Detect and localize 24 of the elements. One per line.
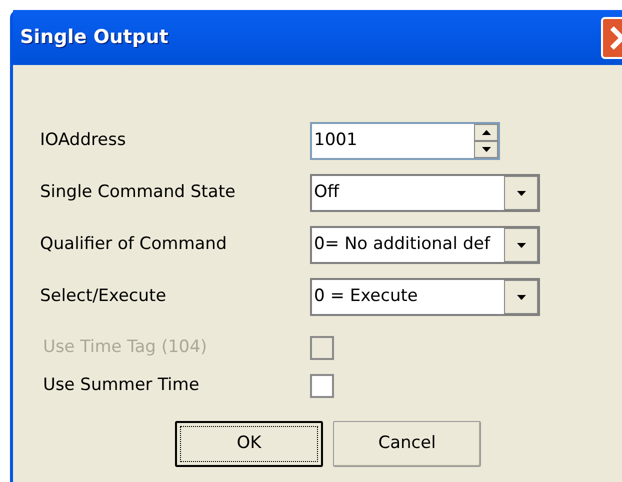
dropdown[interactable]: 0= No additional def xyxy=(310,226,540,264)
down-arrow-icon xyxy=(516,242,526,248)
spin-down-button[interactable] xyxy=(474,141,498,158)
checkbox-label: Use Summer Time xyxy=(42,374,200,398)
dropdown-button[interactable] xyxy=(504,176,538,210)
down-arrow-icon xyxy=(516,190,526,196)
dropdown-button[interactable] xyxy=(504,280,538,314)
field-label: Qualifier of Command xyxy=(40,233,228,256)
down-arrow-icon xyxy=(482,147,490,152)
dialog-button[interactable]: Cancel xyxy=(333,421,481,467)
spin-up-button[interactable] xyxy=(474,124,498,141)
field-label: Select/Execute xyxy=(40,285,168,308)
checkbox[interactable] xyxy=(310,374,334,398)
dropdown-button[interactable] xyxy=(504,228,538,262)
dropdown[interactable]: Off xyxy=(310,174,540,212)
down-arrow-icon xyxy=(516,294,526,300)
checkbox-label: Use Time Tag (104) xyxy=(42,336,208,360)
field-label: Single Command State xyxy=(40,181,236,204)
window-title: Single Output xyxy=(19,25,168,50)
dialog-button[interactable]: OK xyxy=(175,421,323,467)
dropdown[interactable]: 0 = Execute xyxy=(310,278,540,316)
field-label: IOAddress xyxy=(40,129,127,152)
spin-field[interactable]: 1001 xyxy=(310,122,500,160)
up-arrow-icon xyxy=(482,130,490,135)
